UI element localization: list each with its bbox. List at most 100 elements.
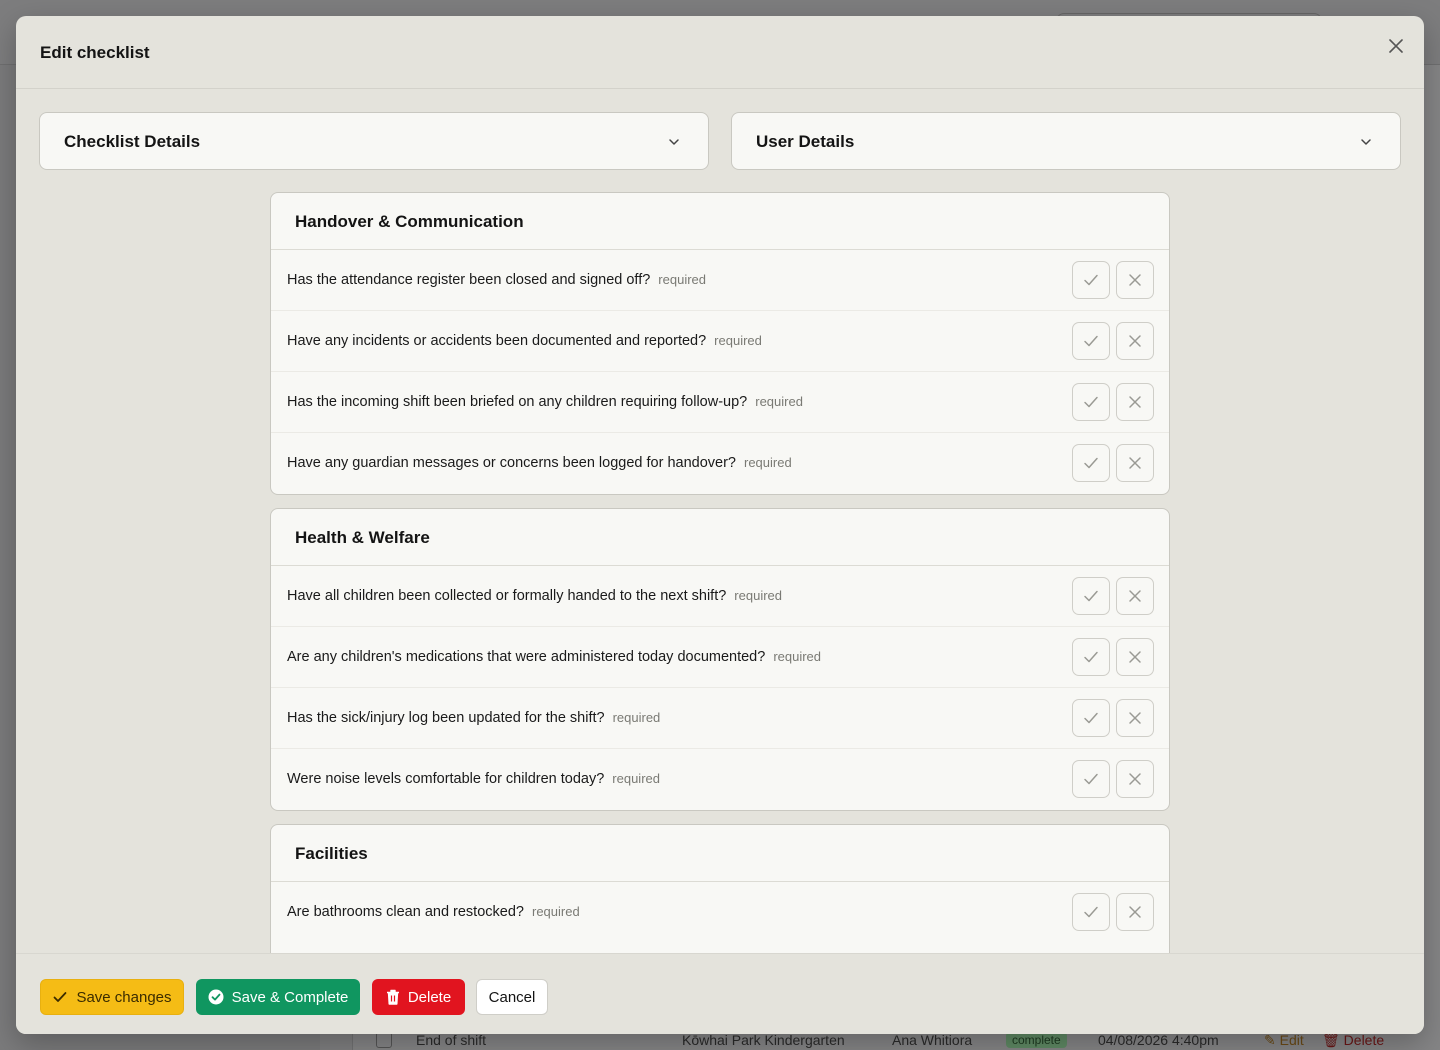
mark-yes-button[interactable] [1072,699,1110,737]
modal-title: Edit checklist [40,43,150,62]
checklist-item: Has the incoming shift been briefed on a… [271,372,1169,433]
modal-footer: Save changes Save & Complete Delete Canc… [16,953,1424,1034]
row-location: Kōwhai Park Kindergarten [682,1032,845,1048]
section-heading: Health & Welfare [271,509,1169,566]
question-text: Has the incoming shift been briefed on a… [287,394,803,410]
save-changes-button[interactable]: Save changes [40,979,184,1015]
mark-yes-button[interactable] [1072,893,1110,931]
check-icon [1084,457,1098,469]
x-icon [1129,773,1141,785]
trash-icon [386,989,399,1005]
required-label: required [714,333,762,348]
mark-yes-button[interactable] [1072,444,1110,482]
required-label: required [743,455,792,470]
check-icon [1084,274,1098,286]
checklist-item: Has the attendance register been closed … [271,250,1169,311]
required-label: required [658,272,706,287]
modal-body: Checklist Details User Details Handover … [16,89,1424,953]
checklist-item: Are bathrooms clean and restocked? requir… [271,882,1169,943]
row-user: Ana Whitiora [892,1032,973,1048]
x-icon [1129,274,1141,286]
check-icon [1084,651,1098,663]
row-edit-link: ✎ Edit [1264,1032,1304,1048]
row-checkbox [376,1032,392,1048]
required-label: required [531,904,580,919]
check-icon [1084,590,1098,602]
checklist-item: Have any guardian messages or concerns b… [271,433,1169,494]
mark-no-button[interactable] [1116,577,1154,615]
cancel-button[interactable]: Cancel [476,979,548,1015]
section-title: Handover & Communication [295,212,524,231]
delete-button[interactable]: Delete [372,979,465,1015]
question-text: Are bathrooms clean and restocked? requir… [287,904,580,920]
row-status-badge: complete [1006,1032,1067,1048]
mark-yes-button[interactable] [1072,577,1110,615]
row-datetime: 04/08/2026 4:40pm [1098,1032,1219,1048]
row-name: End of shift [416,1032,487,1048]
row-delete-link: 🗑 Delete [1322,1032,1385,1048]
required-label: required [755,394,803,409]
edit-checklist-modal: Edit checklist Checklist Details User De… [16,16,1424,1034]
accordion-title: User Details [756,132,855,151]
checklist-item: Were noise levels comfortable for childr… [271,749,1169,810]
section-facilities: Facilities Are bathrooms clean and resto… [270,824,1170,953]
checklist-item: Has the sick/injury log been updated for… [271,688,1169,749]
checklist-item: Are any children's medications that were… [271,627,1169,688]
required-label: required [773,649,822,664]
x-icon [1129,590,1141,602]
checklist-item: Have all children been collected or form… [271,566,1169,627]
x-icon [1129,712,1141,724]
section-heading: Handover & Communication [271,193,1169,250]
section-title: Health & Welfare [295,528,430,547]
checklist-details-accordion[interactable]: Checklist Details [39,112,709,170]
close-icon [1389,39,1403,53]
mark-no-button[interactable] [1116,699,1154,737]
mark-no-button[interactable] [1116,638,1154,676]
mark-yes-button[interactable] [1072,760,1110,798]
mark-yes-button[interactable] [1072,638,1110,676]
mark-no-button[interactable] [1116,383,1154,421]
user-details-accordion[interactable]: User Details [731,112,1401,170]
check-icon [1084,335,1098,347]
check-icon [1084,773,1098,785]
check-icon [54,992,67,1002]
mark-no-button[interactable] [1116,322,1154,360]
question-text: Have any guardian messages or concerns b… [287,455,792,471]
x-icon [1129,396,1141,408]
mark-no-button[interactable] [1116,444,1154,482]
check-icon [1084,712,1098,724]
close-button[interactable] [1384,34,1408,58]
section-title: Facilities [295,844,368,863]
question-text: Were noise levels comfortable for childr… [287,771,660,787]
x-icon [1129,651,1141,663]
section-handover-communication: Handover & Communication Has the attenda… [270,192,1170,495]
modal-header: Edit checklist [16,16,1424,89]
mark-no-button[interactable] [1116,261,1154,299]
delete-label: Delete [407,988,452,1006]
section-health-welfare: Health & Welfare Have all children been … [270,508,1170,811]
mark-yes-button[interactable] [1072,322,1110,360]
check-icon [1084,396,1098,408]
accordion-title: Checklist Details [64,132,201,151]
question-text: Has the attendance register been closed … [287,272,706,288]
mark-yes-button[interactable] [1072,383,1110,421]
mark-no-button[interactable] [1116,893,1154,931]
required-label: required [734,588,782,603]
chevron-down-icon [669,139,679,145]
required-label: required [612,710,661,725]
question-text: Are any children's medications that were… [287,649,822,665]
section-heading: Facilities [271,825,1169,882]
check-icon [1084,906,1098,918]
mark-yes-button[interactable] [1072,261,1110,299]
save-complete-label: Save & Complete [231,988,349,1006]
cancel-label: Cancel [488,988,536,1006]
save-complete-button[interactable]: Save & Complete [196,979,360,1015]
checklist-item: Have any incidents or accidents been doc… [271,311,1169,372]
x-icon [1129,906,1141,918]
x-icon [1129,335,1141,347]
mark-no-button[interactable] [1116,760,1154,798]
chevron-down-icon [1361,139,1371,145]
question-text: Have all children been collected or form… [287,588,782,604]
check-circle-icon [208,989,224,1005]
question-text: Has the sick/injury log been updated for… [287,710,661,726]
